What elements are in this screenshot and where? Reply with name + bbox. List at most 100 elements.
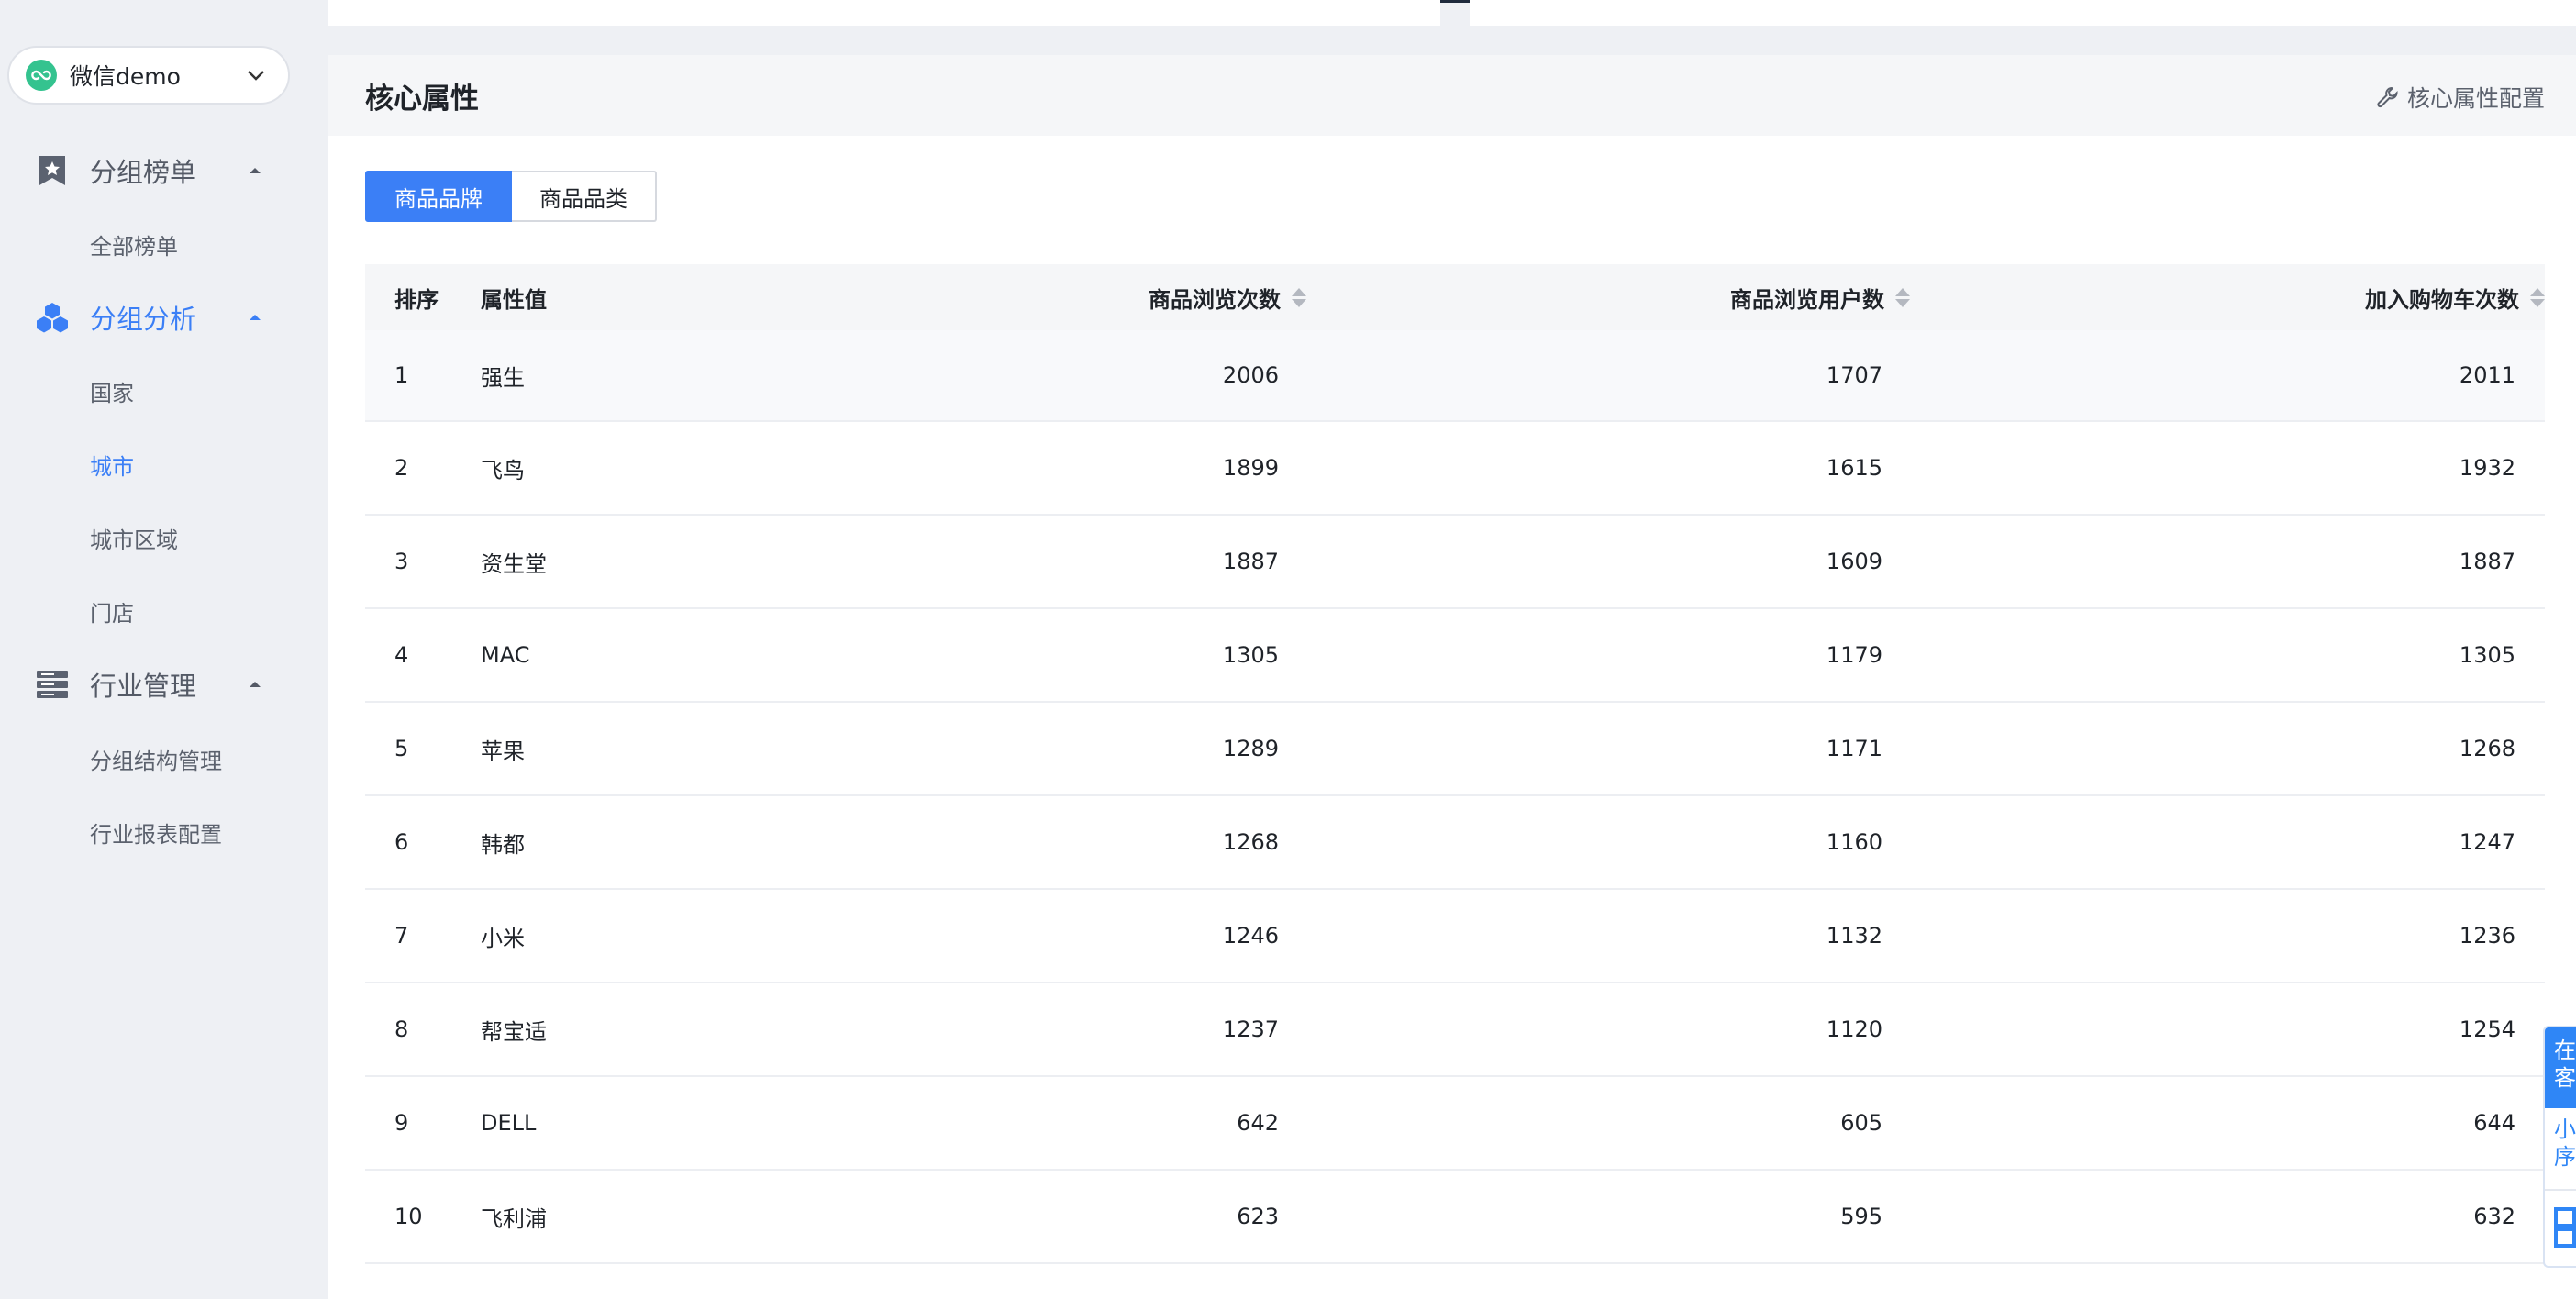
- chevron-down-icon: [248, 71, 264, 81]
- sidebar-item-store[interactable]: 门店: [90, 583, 134, 638]
- sidebar-item-country[interactable]: 国家: [90, 363, 134, 418]
- cell-cart: 1887: [2459, 549, 2515, 574]
- app-root: 微信demo 分组榜单 全部榜单 分组分析 国家 城市 城市区域 门店 行业管理…: [0, 0, 2576, 1299]
- cell-users: 605: [1840, 1110, 1882, 1136]
- sort-icon[interactable]: [2530, 287, 2545, 307]
- cell-users: 1171: [1826, 736, 1882, 761]
- cell-rank: 5: [394, 736, 409, 761]
- sidebar-group-industry[interactable]: 行业管理: [0, 648, 328, 721]
- table-row: 7 小米 1246 1132 1236: [365, 890, 2545, 983]
- sidebar-group-ranking[interactable]: 分组榜单: [0, 134, 328, 207]
- column-header-cart[interactable]: 加入购物车次数: [1910, 282, 2545, 314]
- panel-title: 核心属性: [365, 82, 479, 116]
- cell-attribute-value: 飞鸟: [481, 457, 525, 483]
- cell-views: 642: [1237, 1110, 1279, 1136]
- cell-attribute-value: 韩都: [481, 831, 525, 858]
- cell-cart: 1305: [2459, 642, 2515, 668]
- sidebar-item-report-config[interactable]: 行业报表配置: [90, 805, 222, 860]
- cell-cart: 2011: [2459, 362, 2515, 388]
- attribute-table: 排序 属性值 商品浏览次数 商品浏览用户数 加入购物车次数 1 强生 2006 170…: [365, 264, 2545, 1264]
- online-service-button[interactable]: 在客: [2545, 1027, 2576, 1108]
- server-stack-icon: [35, 667, 70, 702]
- sidebar-group-analysis[interactable]: 分组分析: [0, 281, 328, 354]
- cell-rank: 1: [394, 362, 409, 388]
- cell-attribute-value: 资生堂: [481, 550, 547, 577]
- panel-header: 核心属性 核心属性配置: [328, 55, 2576, 136]
- cell-views: 1305: [1222, 642, 1279, 668]
- cell-rank: 9: [394, 1110, 409, 1136]
- cell-rank: 3: [394, 549, 409, 574]
- top-card-right: [1470, 0, 2576, 26]
- table-row: 2 飞鸟 1899 1615 1932: [365, 422, 2545, 516]
- cell-attribute-value: 强生: [481, 364, 525, 391]
- cell-users: 595: [1840, 1204, 1882, 1229]
- column-header-users[interactable]: 商品浏览用户数: [1306, 282, 1910, 314]
- cell-users: 1609: [1826, 549, 1882, 574]
- tab-category[interactable]: 商品品类: [512, 171, 657, 222]
- column-header-label: 商品浏览用户数: [1730, 286, 1884, 313]
- wrench-icon: [2377, 86, 2398, 108]
- cell-cart: 1254: [2459, 1016, 2515, 1042]
- star-bookmark-icon: [35, 153, 70, 188]
- miniprogram-logo-icon: [26, 60, 57, 91]
- cell-views: 1237: [1222, 1016, 1279, 1042]
- cubes-icon: [35, 300, 70, 335]
- cell-rank: 7: [394, 923, 409, 949]
- sidebar-item-city-district[interactable]: 城市区域: [90, 510, 178, 565]
- table-header: 排序 属性值 商品浏览次数 商品浏览用户数 加入购物车次数: [365, 264, 2545, 330]
- cell-rank: 4: [394, 642, 409, 668]
- cell-users: 1160: [1826, 829, 1882, 855]
- cell-cart: 1236: [2459, 923, 2515, 949]
- column-header-value: 属性值: [481, 286, 547, 313]
- tab-brand[interactable]: 商品品牌: [365, 171, 512, 222]
- cell-attribute-value: 帮宝适: [481, 1018, 547, 1045]
- chevron-up-icon: [250, 315, 261, 320]
- cell-attribute-value: 苹果: [481, 738, 525, 764]
- sidebar-item-all-ranking[interactable]: 全部榜单: [90, 216, 178, 272]
- sidebar-item-city[interactable]: 城市: [90, 437, 134, 492]
- sidebar-item-group-structure[interactable]: 分组结构管理: [90, 731, 222, 786]
- sidebar-group-label: 行业管理: [90, 671, 197, 702]
- table-row: 3 资生堂 1887 1609 1887: [365, 516, 2545, 609]
- table-row: 5 苹果 1289 1171 1268: [365, 703, 2545, 796]
- cell-views: 1246: [1222, 923, 1279, 949]
- cell-rank: 10: [394, 1204, 423, 1229]
- column-header-views[interactable]: 商品浏览次数: [738, 282, 1306, 314]
- cell-views: 1887: [1222, 549, 1279, 574]
- column-header-rank: 排序: [394, 286, 439, 313]
- cell-attribute-value: MAC: [481, 642, 530, 668]
- chevron-up-icon: [250, 682, 261, 687]
- column-header-label: 商品浏览次数: [1149, 286, 1281, 313]
- sort-icon[interactable]: [1292, 287, 1306, 307]
- cell-views: 623: [1237, 1204, 1279, 1229]
- qrcode-icon[interactable]: [2545, 1191, 2576, 1264]
- core-attribute-config-link[interactable]: 核心属性配置: [2376, 81, 2545, 114]
- cell-views: 1289: [1222, 736, 1279, 761]
- config-link-label: 核心属性配置: [2406, 85, 2545, 112]
- sort-icon[interactable]: [1895, 287, 1910, 307]
- cell-users: 1120: [1826, 1016, 1882, 1042]
- cell-rank: 8: [394, 1016, 409, 1042]
- cell-users: 1132: [1826, 923, 1882, 949]
- cell-cart: 1932: [2459, 455, 2515, 481]
- cell-attribute-value: 小米: [481, 925, 525, 951]
- sidebar-group-label: 分组榜单: [90, 157, 197, 188]
- sidebar-group-label: 分组分析: [90, 304, 197, 335]
- cell-attribute-value: DELL: [481, 1110, 537, 1136]
- floating-service-widget[interactable]: 在客 小序: [2543, 1026, 2576, 1268]
- cell-views: 1268: [1222, 829, 1279, 855]
- sidebar: 微信demo 分组榜单 全部榜单 分组分析 国家 城市 城市区域 门店 行业管理…: [0, 0, 328, 1299]
- cell-users: 1615: [1826, 455, 1882, 481]
- app-switcher[interactable]: 微信demo: [7, 46, 290, 105]
- table-row: 8 帮宝适 1237 1120 1254: [365, 983, 2545, 1077]
- top-card-left: [328, 0, 1440, 26]
- cell-views: 2006: [1222, 362, 1279, 388]
- cell-views: 1899: [1222, 455, 1279, 481]
- table-row: 9 DELL 642 605 644: [365, 1077, 2545, 1171]
- cell-users: 1707: [1826, 362, 1882, 388]
- miniprogram-button[interactable]: 小序: [2545, 1108, 2576, 1191]
- tab-group: 商品品牌 商品品类: [365, 171, 657, 222]
- table-row: 6 韩都 1268 1160 1247: [365, 796, 2545, 890]
- chevron-up-icon: [250, 168, 261, 173]
- table-body: 1 强生 2006 1707 2011 2 飞鸟 1899 1615 1932 3 资生堂 1887 16…: [365, 330, 2545, 1264]
